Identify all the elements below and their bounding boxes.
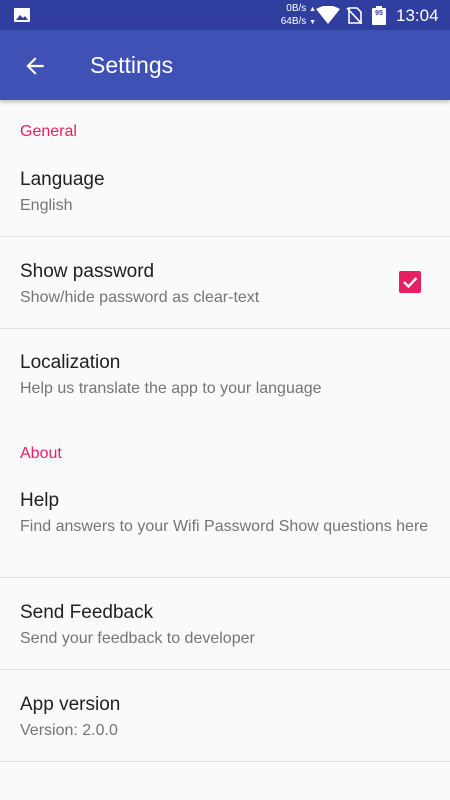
pref-help[interactable]: Help Find answers to your Wifi Password … <box>0 475 450 577</box>
pref-send-feedback-title: Send Feedback <box>20 602 154 623</box>
pref-show-password-summary: Show/hide password as clear-text <box>20 289 260 306</box>
pref-language[interactable]: Language English <box>0 152 450 236</box>
check-icon <box>403 277 418 289</box>
clock: 13:04 <box>396 6 439 25</box>
pref-app-version-summary: Version: 2.0.0 <box>20 722 118 739</box>
show-password-checkbox[interactable] <box>399 271 421 293</box>
arrow-back-icon[interactable] <box>22 53 48 79</box>
pref-language-title: Language <box>20 169 105 190</box>
pref-help-title: Help <box>20 490 60 511</box>
pref-show-password[interactable]: Show password Show/hide password as clea… <box>0 237 450 328</box>
pref-send-feedback[interactable]: Send Feedback Send your feedback to deve… <box>0 578 450 669</box>
pref-app-version-title: App version <box>20 694 121 715</box>
pref-show-password-title: Show password <box>20 261 155 282</box>
pref-help-summary: Find answers to your Wifi Password Show … <box>20 518 429 535</box>
status-bar: 0B/s ▲ 64B/s ▼ 95 13:04 <box>0 0 450 30</box>
no-sim-icon <box>346 7 362 24</box>
pref-localization-summary: Help us translate the app to your langua… <box>20 380 322 397</box>
divider <box>0 761 450 762</box>
category-about: About <box>20 445 62 462</box>
wifi-icon <box>316 6 340 24</box>
network-speed: 0B/s ▲ 64B/s ▼ <box>280 3 316 27</box>
battery-level: 95 <box>375 10 383 17</box>
pref-language-summary: English <box>20 197 73 214</box>
pref-localization[interactable]: Localization Help us translate the app t… <box>0 329 450 429</box>
gallery-icon <box>14 8 30 22</box>
pref-app-version[interactable]: App version Version: 2.0.0 <box>0 670 450 761</box>
page-title: Settings <box>90 52 174 78</box>
net-up-text: 64B/s <box>280 16 307 27</box>
net-down-text: 0B/s <box>286 3 307 14</box>
pref-send-feedback-summary: Send your feedback to developer <box>20 630 255 647</box>
battery-icon: 95 <box>372 6 386 25</box>
pref-localization-title: Localization <box>20 352 121 373</box>
category-general: General <box>20 123 77 140</box>
app-bar: Settings <box>0 30 450 100</box>
